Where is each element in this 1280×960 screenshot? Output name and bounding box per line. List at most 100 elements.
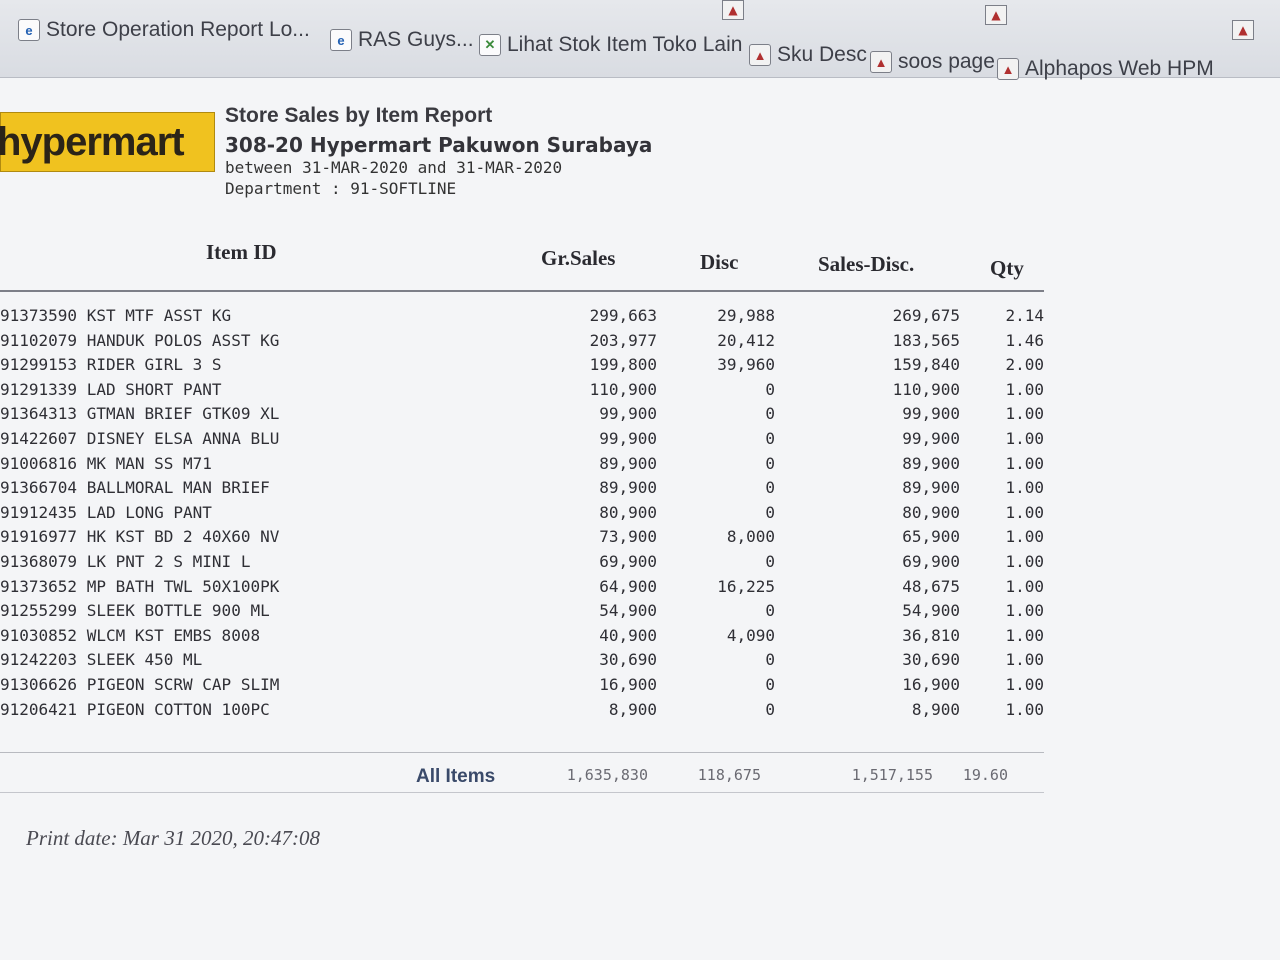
broken-image-icon: ▲ <box>749 44 771 66</box>
favorite-alphapos[interactable]: ▲ Alphapos Web HPM <box>997 57 1214 81</box>
favorite-label: Sku Desc <box>777 43 867 66</box>
totals-disc: 118,675 <box>697 766 761 784</box>
sales-disc-cell: 65,900 <box>902 527 960 546</box>
report-department: Department : 91-SOFTLINE <box>225 179 457 198</box>
item-id-cell: 91373590 KST MTF ASST KG <box>0 306 232 325</box>
sales-disc-cell: 183,565 <box>892 331 960 350</box>
table-row: 91102079 HANDUK POLOS ASST KG 203,977 20,4… <box>0 331 1050 355</box>
qty-cell: 1.00 <box>1005 454 1044 473</box>
qty-cell: 2.14 <box>1005 306 1044 325</box>
broken-image-icon[interactable]: ▲ <box>1232 20 1254 40</box>
disc-cell: 0 <box>765 601 775 620</box>
gross-sales-cell: 80,900 <box>599 503 657 522</box>
table-row: 91366704 BALLMORAL MAN BRIEF 89,900 0 89,90… <box>0 478 1050 502</box>
sales-disc-cell: 16,900 <box>902 675 960 694</box>
sales-disc-cell: 159,840 <box>892 355 960 374</box>
qty-cell: 1.00 <box>1005 650 1044 669</box>
qty-cell: 1.00 <box>1005 552 1044 571</box>
col-header-disc: Disc <box>700 250 739 274</box>
ie-page-icon: e <box>18 19 40 41</box>
favorite-sku-desc[interactable]: ▲ Sku Desc <box>749 43 867 67</box>
favorite-ras-guys[interactable]: e RAS Guys... <box>330 28 474 52</box>
qty-cell: 1.00 <box>1005 577 1044 596</box>
sales-disc-cell: 30,690 <box>902 650 960 669</box>
favorite-lihat-stok[interactable]: ✕ Lihat Stok Item Toko Lain <box>479 33 742 57</box>
totals-label: All Items <box>416 766 496 787</box>
gross-sales-cell: 203,977 <box>589 331 657 350</box>
sales-disc-cell: 36,810 <box>902 626 960 645</box>
sales-disc-cell: 8,900 <box>911 700 960 719</box>
stock-page-icon: ✕ <box>479 34 501 56</box>
col-header-qty: Qty <box>990 256 1024 280</box>
favorite-label: Alphapos Web HPM <box>1025 57 1214 80</box>
disc-cell: 0 <box>765 650 775 669</box>
qty-cell: 2.00 <box>1005 355 1044 374</box>
disc-cell: 8,000 <box>726 527 775 546</box>
totals-qty: 19.60 <box>962 766 1008 784</box>
disc-cell: 0 <box>765 552 775 571</box>
item-id-cell: 91422607 DISNEY ELSA ANNA BLU <box>0 429 280 448</box>
table-row: 91291339 LAD SHORT PANT 110,900 0 110,900 1.… <box>0 380 1050 404</box>
disc-cell: 16,225 <box>717 577 775 596</box>
sales-disc-cell: 80,900 <box>902 503 960 522</box>
item-id-cell: 91206421 PIGEON COTTON 100PC <box>0 700 270 719</box>
report-title: Store Sales by Item Report <box>225 104 493 127</box>
table-row: 91206421 PIGEON COTTON 100PC 8,900 0 8,900 1… <box>0 700 1050 724</box>
disc-cell: 4,090 <box>726 626 775 645</box>
item-id-cell: 91306626 PIGEON SCRW CAP SLIM <box>0 675 280 694</box>
gross-sales-cell: 299,663 <box>589 306 657 325</box>
hypermart-logo: hypermart <box>0 112 215 172</box>
table-row: 91373652 MP BATH TWL 50X100PK 64,900 16,22… <box>0 577 1050 601</box>
table-row: 91242203 SLEEK 450 ML 30,690 0 30,690 1.00 <box>0 650 1050 674</box>
qty-cell: 1.00 <box>1005 404 1044 423</box>
item-id-cell: 91364313 GTMAN BRIEF GTK09 XL <box>0 404 280 423</box>
table-row: 91006816 MK MAN SS M71 89,900 0 89,900 1.00 <box>0 454 1050 478</box>
gross-sales-cell: 69,900 <box>599 552 657 571</box>
qty-cell: 1.00 <box>1005 601 1044 620</box>
qty-cell: 1.00 <box>1005 700 1044 719</box>
gross-sales-cell: 54,900 <box>599 601 657 620</box>
gross-sales-cell: 99,900 <box>599 429 657 448</box>
gross-sales-cell: 89,900 <box>599 478 657 497</box>
totals-divider-bottom <box>0 792 1044 793</box>
favorite-soos-page[interactable]: ▲ soos page <box>870 50 995 74</box>
sales-disc-cell: 48,675 <box>902 577 960 596</box>
favorite-store-operation-report[interactable]: e Store Operation Report Lo... <box>18 18 310 42</box>
broken-image-icon[interactable]: ▲ <box>722 0 744 20</box>
qty-cell: 1.00 <box>1005 380 1044 399</box>
disc-cell: 0 <box>765 380 775 399</box>
item-id-cell: 91373652 MP BATH TWL 50X100PK <box>0 577 280 596</box>
favorite-label: soos page <box>898 50 995 73</box>
item-id-cell: 91912435 LAD LONG PANT <box>0 503 212 522</box>
table-row: 91364313 GTMAN BRIEF GTK09 XL 99,900 0 99,9… <box>0 404 1050 428</box>
disc-cell: 0 <box>765 503 775 522</box>
gross-sales-cell: 8,900 <box>608 700 657 719</box>
item-id-cell: 91916977 HK KST BD 2 40X60 NV <box>0 527 280 546</box>
table-row: 91373590 KST MTF ASST KG 299,663 29,988 269… <box>0 306 1050 330</box>
table-row: 91299153 RIDER GIRL 3 S 199,800 39,960 159,… <box>0 355 1050 379</box>
favorite-label: Lihat Stok Item Toko Lain <box>507 33 743 56</box>
disc-cell: 0 <box>765 404 775 423</box>
item-id-cell: 91366704 BALLMORAL MAN BRIEF <box>0 478 270 497</box>
gross-sales-cell: 30,690 <box>599 650 657 669</box>
qty-cell: 1.00 <box>1005 429 1044 448</box>
sales-disc-cell: 99,900 <box>902 429 960 448</box>
print-date: Print date: Mar 31 2020, 20:47:08 <box>26 826 320 850</box>
qty-cell: 1.00 <box>1005 478 1044 497</box>
table-row: 91306626 PIGEON SCRW CAP SLIM 16,900 0 16,9… <box>0 675 1050 699</box>
item-id-cell: 91102079 HANDUK POLOS ASST KG <box>0 331 280 350</box>
gross-sales-cell: 16,900 <box>599 675 657 694</box>
broken-image-icon: ▲ <box>870 51 892 73</box>
sales-disc-cell: 269,675 <box>892 306 960 325</box>
gross-sales-cell: 89,900 <box>599 454 657 473</box>
broken-image-icon[interactable]: ▲ <box>985 5 1007 25</box>
qty-cell: 1.46 <box>1005 331 1044 350</box>
table-row: 91422607 DISNEY ELSA ANNA BLU 99,900 0 99,9… <box>0 429 1050 453</box>
header-divider <box>0 290 1044 292</box>
item-id-cell: 91368079 LK PNT 2 S MINI L <box>0 552 251 571</box>
sales-disc-cell: 110,900 <box>892 380 960 399</box>
item-id-cell: 91030852 WLCM KST EMBS 8008 <box>0 626 261 645</box>
gross-sales-cell: 110,900 <box>589 380 657 399</box>
table-row: 91368079 LK PNT 2 S MINI L 69,900 0 69,900 1… <box>0 552 1050 576</box>
totals-row: All Items 1,635,830 118,675 1,517,155 19… <box>0 762 1050 788</box>
